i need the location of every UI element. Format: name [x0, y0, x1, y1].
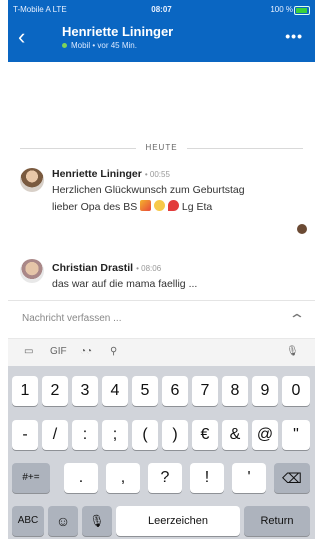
compose-toolbar: ▭ GIF ◔◔ ⚲ 🎙 — [8, 338, 315, 367]
message-time: • 00:55 — [144, 170, 170, 179]
message-time: • 08:06 — [136, 264, 162, 273]
image-icon[interactable]: ▭ — [24, 346, 33, 357]
battery-text: 100 % — [270, 5, 293, 14]
read-receipt-avatar — [297, 224, 307, 234]
microphone-icon[interactable]: 🎙 — [286, 346, 299, 357]
key-open-paren[interactable]: ( — [132, 420, 158, 450]
author-name: Henriette Lininger — [52, 168, 142, 180]
key-close-paren[interactable]: ) — [162, 420, 188, 450]
more-options-icon[interactable]: ••• — [285, 28, 303, 44]
emoji-icon[interactable]: ☺ — [48, 506, 78, 536]
key-apostrophe[interactable]: ' — [232, 463, 266, 493]
smile-emoji-icon — [154, 200, 166, 211]
keyboard: 1 2 3 4 5 6 7 8 9 0 - / : ; ( ) € & @ " … — [8, 366, 315, 539]
key-1[interactable]: 1 — [12, 376, 38, 406]
message-text: das war auf die mama faellig ... — [52, 276, 197, 293]
message-line: das war auf die mama faellig ... — [52, 278, 198, 290]
gif-icon[interactable]: GIF — [50, 346, 67, 357]
key-3[interactable]: 3 — [72, 376, 98, 406]
key-question[interactable]: ? — [148, 463, 182, 493]
backspace-icon[interactable]: ⌫ — [274, 463, 310, 493]
phone-screen: T-Mobile A LTE 08:07 100 % ‹ Henriette L… — [8, 0, 315, 539]
compose-placeholder: Nachricht verfassen ... — [22, 313, 122, 324]
key-semicolon[interactable]: ; — [102, 420, 128, 450]
message-author: Christian Drastil • 08:06 — [52, 262, 161, 274]
clock: 08:07 — [151, 5, 172, 14]
online-dot-icon — [62, 43, 67, 49]
message-line: Herzlichen Glückwunsch zum Geburtstag — [52, 184, 245, 196]
key-4[interactable]: 4 — [102, 376, 128, 406]
status-bar: T-Mobile A LTE 08:07 100 % — [8, 5, 315, 17]
message-author: Henriette Lininger • 00:55 — [52, 168, 170, 180]
key-9[interactable]: 9 — [252, 376, 278, 406]
key-quote[interactable]: " — [282, 420, 310, 450]
battery-icon — [294, 6, 310, 15]
message-line-text: lieber Opa des BS — [52, 201, 138, 213]
message-text: Herzlichen Glückwunsch zum Geburtstag li… — [52, 182, 245, 216]
key-at[interactable]: @ — [252, 420, 278, 450]
space-key[interactable]: Leerzeichen — [116, 506, 240, 536]
key-symbols[interactable]: #+= — [12, 463, 50, 493]
return-key[interactable]: Return — [244, 506, 310, 536]
dictation-icon[interactable]: 🎙 — [82, 506, 112, 536]
key-slash[interactable]: / — [42, 420, 68, 450]
contact-status-text: Mobil • vor 45 Min. — [71, 41, 137, 50]
key-comma[interactable]: , — [106, 463, 140, 493]
message-line: lieber Opa des BS Lg Eta — [52, 199, 245, 216]
key-0[interactable]: 0 — [282, 376, 310, 406]
key-colon[interactable]: : — [72, 420, 98, 450]
contact-status: Mobil • vor 45 Min. — [62, 41, 137, 50]
author-name: Christian Drastil — [52, 262, 134, 274]
key-2[interactable]: 2 — [42, 376, 68, 406]
sticker-icon[interactable]: ◔◔ — [80, 346, 92, 357]
key-8[interactable]: 8 — [222, 376, 248, 406]
date-divider: HEUTE — [8, 143, 315, 153]
avatar[interactable] — [20, 259, 44, 283]
key-period[interactable]: . — [64, 463, 98, 493]
party-popper-icon — [140, 200, 152, 211]
contact-name[interactable]: Henriette Lininger — [62, 24, 173, 39]
key-exclamation[interactable]: ! — [190, 463, 224, 493]
conversation-header: T-Mobile A LTE 08:07 100 % ‹ Henriette L… — [8, 0, 315, 62]
avatar[interactable] — [20, 168, 44, 192]
key-hyphen[interactable]: - — [12, 420, 38, 450]
message-line-tail: Lg Eta — [181, 201, 213, 213]
balloon-icon — [167, 200, 179, 211]
message-compose-field[interactable]: Nachricht verfassen ... ⌃ — [8, 300, 315, 339]
key-6[interactable]: 6 — [162, 376, 188, 406]
location-icon[interactable]: ⚲ — [110, 346, 117, 357]
key-ampersand[interactable]: & — [222, 420, 248, 450]
key-euro[interactable]: € — [192, 420, 218, 450]
key-7[interactable]: 7 — [192, 376, 218, 406]
key-abc[interactable]: ABC — [12, 506, 44, 536]
key-5[interactable]: 5 — [132, 376, 158, 406]
back-chevron-icon[interactable]: ‹ — [18, 26, 25, 48]
chevron-up-icon[interactable]: ⌃ — [288, 311, 306, 328]
